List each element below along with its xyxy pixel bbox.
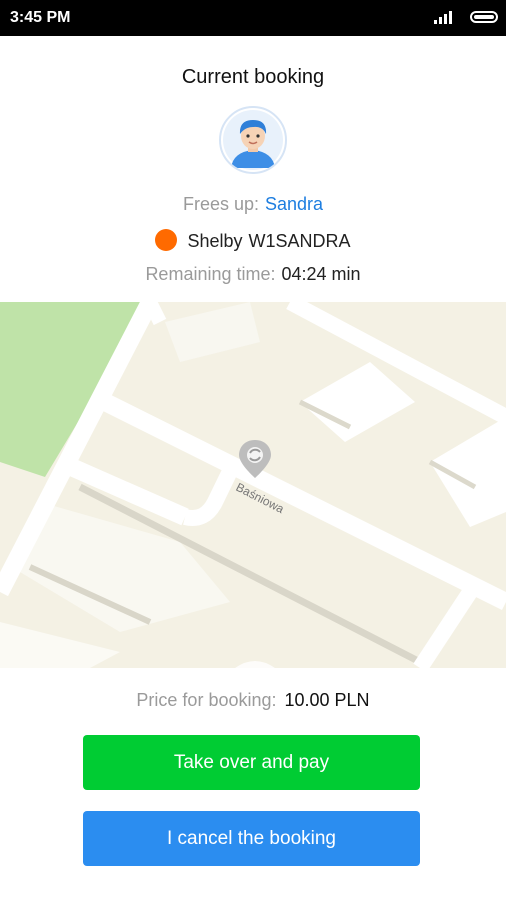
remaining-time-row: Remaining time: 04:24 min (0, 264, 506, 285)
price-label: Price for booking: (136, 690, 277, 710)
booking-header: Current booking Frees up: Sandra Shelby W1… (0, 36, 506, 302)
remaining-time-label: Remaining time: (145, 264, 276, 284)
car-color-dot (155, 229, 178, 251)
frees-up-user-link[interactable]: Sandra (265, 194, 323, 214)
status-time: 3:45 PM (10, 9, 71, 26)
remaining-time-value: 04:24 min (281, 264, 361, 284)
signal-icon (434, 10, 456, 29)
page-title: Current booking (181, 66, 325, 88)
cancel-booking-button[interactable]: I cancel the booking (83, 811, 420, 866)
map-canvas (0, 302, 506, 668)
price-value: 10.00 PLN (284, 690, 370, 710)
car-row: Shelby W1SANDRA (0, 229, 506, 252)
price-row: Price for booking: 10.00 PLN (0, 690, 506, 711)
booking-actions: Price for booking: 10.00 PLN Take over an… (0, 668, 506, 900)
status-bar: 3:45 PM (0, 0, 506, 36)
frees-up-label: Frees up: (182, 194, 259, 214)
frees-up-row: Frees up: Sandra (0, 194, 506, 215)
car-plate: W1SANDRA (248, 231, 351, 251)
take-over-and-pay-button[interactable]: Take over and pay (83, 735, 420, 790)
map-view[interactable]: Baśniowa (0, 302, 506, 668)
car-name: Shelby (187, 231, 243, 251)
user-avatar-icon (223, 110, 283, 170)
battery-icon (470, 11, 498, 23)
avatar (219, 106, 287, 174)
